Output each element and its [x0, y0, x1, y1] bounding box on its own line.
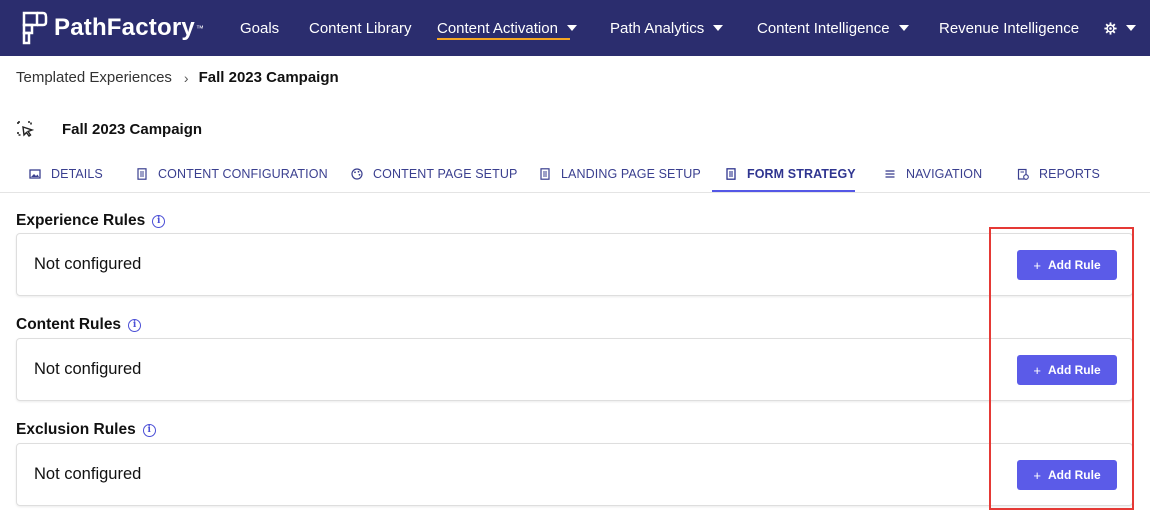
tab-navigation[interactable]: NAVIGATION	[884, 155, 982, 192]
nav-content-library-label: Content Library	[309, 19, 412, 37]
tab-reports[interactable]: REPORTS	[1017, 155, 1100, 192]
tab-landing-page-setup[interactable]: LANDING PAGE SETUP	[539, 155, 701, 192]
page-header: Fall 2023 Campaign	[16, 120, 202, 138]
tab-form-strategy[interactable]: FORM STRATEGY	[725, 155, 856, 192]
nav-content-intelligence[interactable]: Content Intelligence	[757, 0, 909, 56]
tab-bar: DETAILS CONTENT CONFIGURATION CONTENT PA…	[0, 155, 1150, 193]
caret-down-icon	[1126, 25, 1136, 31]
content-rules-heading: Content Rules i	[16, 316, 142, 334]
caret-down-icon	[898, 25, 909, 31]
caret-down-icon	[566, 25, 577, 31]
content-rules-title: Content Rules	[16, 316, 122, 333]
page-title: Fall 2023 Campaign	[62, 120, 203, 138]
experience-rules-title: Experience Rules	[16, 212, 146, 229]
highlight-annotation-box	[989, 227, 1134, 510]
tab-details[interactable]: DETAILS	[29, 155, 103, 192]
breadcrumb-current: Fall 2023 Campaign	[198, 69, 339, 86]
info-icon[interactable]: i	[128, 318, 142, 332]
nav-content-library[interactable]: Content Library	[309, 0, 412, 56]
tab-content-page-setup-label: CONTENT PAGE SETUP	[373, 166, 518, 181]
nav-content-activation[interactable]: Content Activation	[437, 0, 577, 56]
experience-rules-heading: Experience Rules i	[16, 212, 166, 230]
content-rules-card: Not configured	[16, 338, 1133, 401]
exclusion-rules-status: Not configured	[34, 465, 142, 483]
nav-path-analytics[interactable]: Path Analytics	[610, 0, 724, 56]
menu-icon	[885, 169, 895, 178]
document-icon	[540, 167, 550, 180]
tab-content-page-setup[interactable]: CONTENT PAGE SETUP	[351, 155, 517, 192]
logo-text: PathFactory	[54, 14, 195, 41]
nav-path-analytics-label: Path Analytics	[610, 19, 705, 37]
nav-content-activation-label: Content Activation	[437, 19, 558, 37]
chevron-right-icon: ›	[183, 69, 189, 86]
nav-active-indicator	[437, 38, 570, 40]
tab-form-strategy-label: FORM STRATEGY	[747, 166, 856, 181]
exclusion-rules-heading: Exclusion Rules i	[16, 421, 156, 439]
breadcrumb-parent-link[interactable]: Templated Experiences	[16, 69, 172, 86]
document-icon	[726, 167, 736, 180]
tab-reports-label: REPORTS	[1039, 166, 1100, 181]
gear-icon	[1104, 21, 1117, 35]
trademark-mark: ™	[195, 23, 204, 33]
nav-content-intelligence-label: Content Intelligence	[757, 19, 890, 37]
cursor-select-icon	[17, 121, 34, 137]
info-icon[interactable]: i	[152, 214, 166, 228]
content-rules-status: Not configured	[34, 360, 142, 378]
breadcrumb: Templated Experiences › Fall 2023 Campai…	[16, 69, 339, 86]
document-icon	[137, 167, 147, 180]
experience-rules-status: Not configured	[34, 255, 142, 273]
settings-menu[interactable]	[1104, 0, 1136, 56]
image-icon	[29, 168, 41, 179]
report-icon	[1017, 168, 1029, 180]
exclusion-rules-card: Not configured	[16, 443, 1133, 506]
info-icon[interactable]: i	[142, 423, 156, 437]
top-navigation-bar: PathFactory ™ Goals Content Library Conte…	[0, 0, 1150, 56]
pathfactory-logo-icon	[22, 11, 48, 45]
nav-revenue-intelligence-label: Revenue Intelligence	[939, 19, 1080, 37]
caret-down-icon	[713, 25, 724, 31]
nav-revenue-intelligence[interactable]: Revenue Intelligence	[939, 0, 1079, 56]
palette-icon	[351, 167, 363, 180]
tab-content-configuration[interactable]: CONTENT CONFIGURATION	[136, 155, 328, 192]
tab-landing-page-setup-label: LANDING PAGE SETUP	[561, 166, 701, 181]
nav-goals[interactable]: Goals	[240, 0, 279, 56]
pathfactory-logo[interactable]: PathFactory ™	[22, 10, 204, 46]
tab-details-label: DETAILS	[51, 166, 103, 181]
experience-rules-card: Not configured	[16, 233, 1133, 296]
tab-navigation-label: NAVIGATION	[906, 166, 983, 181]
nav-goals-label: Goals	[240, 19, 280, 37]
active-tab-indicator	[712, 190, 855, 192]
exclusion-rules-title: Exclusion Rules	[16, 421, 136, 438]
tab-content-configuration-label: CONTENT CONFIGURATION	[158, 166, 328, 181]
